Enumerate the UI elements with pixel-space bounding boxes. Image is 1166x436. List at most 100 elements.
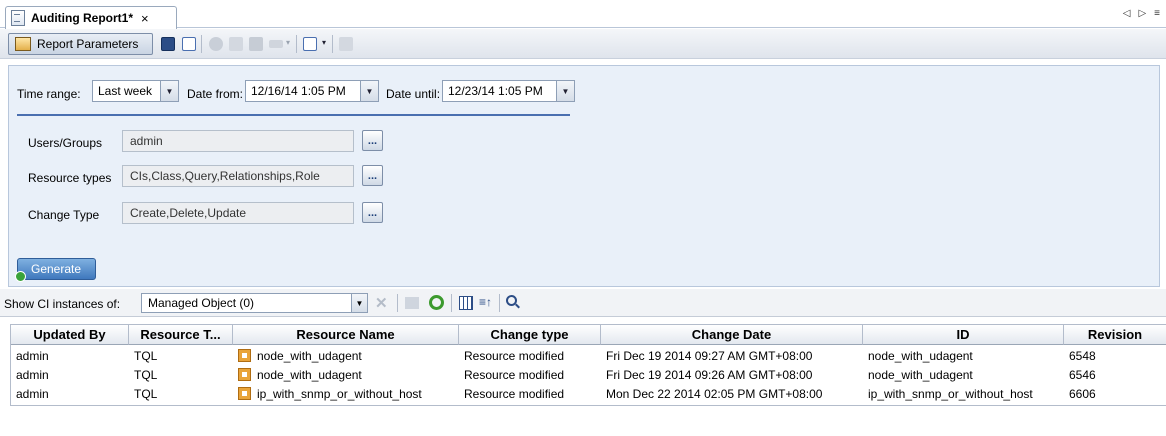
tql-query-icon	[238, 349, 251, 362]
revision-cell: 6548	[1069, 348, 1096, 363]
email-icon	[229, 37, 243, 51]
users-groups-field[interactable]: admin	[122, 130, 354, 152]
date-until-label: Date until:	[386, 87, 441, 101]
generate-label: Generate	[31, 262, 82, 276]
id-cell: ip_with_snmp_or_without_host	[868, 386, 1033, 401]
tab-list-menu-icon[interactable]: ≡	[1154, 8, 1160, 19]
tab-title: Auditing Report1*	[31, 11, 133, 25]
sort-icon[interactable]: ≡↑	[479, 295, 492, 309]
chevron-down-icon: ▼	[351, 294, 367, 312]
resource-types-field[interactable]: CIs,Class,Query,Relationships,Role	[122, 165, 354, 187]
table-row[interactable]: admin TQL node_with_udagent Resource mod…	[11, 346, 1166, 365]
users-groups-label: Users/Groups	[28, 136, 103, 150]
report-parameters-button[interactable]: Report Parameters	[8, 33, 153, 55]
change-type-cell: Resource modified	[464, 386, 565, 401]
date-until-picker[interactable]: 12/23/14 1:05 PM ▼	[442, 80, 575, 102]
resource-name-text: node_with_udagent	[257, 367, 362, 382]
id-cell: node_with_udagent	[868, 348, 973, 363]
table-row[interactable]: admin TQL node_with_udagent Resource mod…	[11, 365, 1166, 384]
ci-instances-value: Managed Object (0)	[148, 296, 255, 310]
show-ci-instances-label: Show CI instances of:	[4, 297, 121, 311]
toolbar-separator	[451, 294, 452, 312]
chevron-down-icon: ▼	[160, 81, 178, 101]
toolbar-separator	[332, 35, 333, 53]
scroll-right-icon[interactable]: ▷	[1138, 8, 1146, 19]
resource-name-cell: node_with_udagent	[233, 365, 459, 384]
change-date-cell: Fri Dec 19 2014 09:26 AM GMT+08:00	[606, 367, 813, 382]
resource-types-browse-button[interactable]: ...	[362, 165, 383, 186]
report-parameters-icon	[15, 37, 31, 51]
resource-types-value: CIs,Class,Query,Relationships,Role	[130, 169, 320, 183]
properties-icon	[405, 297, 419, 309]
resource-name-text: ip_with_snmp_or_without_host	[257, 386, 422, 401]
date-from-label: Date from:	[187, 87, 244, 101]
toolbar-separator	[499, 294, 500, 312]
time-range-label: Time range:	[17, 87, 81, 101]
report-parameters-panel: Time range: Last week ▼ Date from: 12/16…	[8, 65, 1160, 287]
export-icon[interactable]	[303, 37, 317, 51]
updated-by-cell: admin	[16, 348, 49, 363]
ci-instances-toolbar: Show CI instances of: Managed Object (0)…	[0, 289, 1166, 317]
revision-cell: 6606	[1069, 386, 1096, 401]
ci-instances-select[interactable]: Managed Object (0) ▼	[141, 293, 368, 313]
resource-types-label: Resource types	[28, 171, 112, 185]
time-range-select[interactable]: Last week ▼	[92, 80, 179, 102]
change-type-value: Create,Delete,Update	[130, 206, 247, 220]
resource-type-cell: TQL	[134, 367, 158, 382]
tab-navigation: ◁ ▷ ≡	[1123, 8, 1160, 19]
scroll-left-icon[interactable]: ◁	[1123, 8, 1131, 19]
tab-auditing-report[interactable]: Auditing Report1* ×	[5, 6, 177, 29]
revision-cell: 6546	[1069, 367, 1096, 382]
change-type-cell: Resource modified	[464, 348, 565, 363]
refresh-icon[interactable]	[429, 295, 444, 310]
column-header-id[interactable]: ID	[863, 325, 1064, 345]
change-type-label: Change Type	[28, 208, 100, 222]
document-tab-strip: Auditing Report1* × ◁ ▷ ≡	[0, 0, 1166, 29]
search-icon-handle	[515, 303, 520, 309]
column-header-change-type[interactable]: Change type	[459, 325, 601, 345]
change-type-field[interactable]: Create,Delete,Update	[122, 202, 354, 224]
column-header-revision[interactable]: Revision	[1064, 325, 1166, 345]
select-columns-icon[interactable]	[459, 296, 473, 310]
tql-query-icon	[238, 387, 251, 400]
column-header-resource-type[interactable]: Resource T...	[129, 325, 233, 345]
preview-icon	[339, 37, 353, 51]
save-icon[interactable]	[161, 37, 175, 51]
report-parameters-label: Report Parameters	[37, 37, 139, 51]
print-icon	[249, 37, 263, 51]
close-tab-icon[interactable]: ×	[141, 11, 149, 26]
table-row[interactable]: admin TQL ip_with_snmp_or_without_host R…	[11, 384, 1166, 403]
change-type-cell: Resource modified	[464, 367, 565, 382]
chevron-down-icon: ▼	[556, 81, 574, 101]
chevron-down-icon: ▼	[360, 81, 378, 101]
toolbar-separator	[397, 294, 398, 312]
date-from-picker[interactable]: 12/16/14 1:05 PM ▼	[245, 80, 379, 102]
updated-by-cell: admin	[16, 367, 49, 382]
generate-button[interactable]: Generate	[15, 258, 96, 282]
delete-icon: ✕	[375, 295, 388, 312]
compare-icon	[269, 40, 283, 48]
column-header-resource-name[interactable]: Resource Name	[233, 325, 459, 345]
toolbar-separator	[296, 35, 297, 53]
updated-by-cell: admin	[16, 386, 49, 401]
dropdown-arrow-icon: ▾	[286, 38, 291, 47]
id-cell: node_with_udagent	[868, 367, 973, 382]
change-type-browse-button[interactable]: ...	[362, 202, 383, 223]
save-as-icon[interactable]	[182, 37, 196, 51]
resource-name-text: node_with_udagent	[257, 348, 362, 363]
users-groups-browse-button[interactable]: ...	[362, 130, 383, 151]
schedule-icon	[209, 37, 223, 51]
tql-query-icon	[238, 368, 251, 381]
change-date-cell: Fri Dec 19 2014 09:27 AM GMT+08:00	[606, 348, 813, 363]
audit-results-table: Updated By Resource T... Resource Name C…	[10, 324, 1166, 406]
report-toolbar: Report Parameters ▾ ▾	[0, 29, 1166, 59]
toolbar-separator	[201, 35, 202, 53]
export-dropdown-icon[interactable]: ▾	[322, 38, 326, 47]
time-range-divider	[17, 114, 570, 116]
column-header-change-date[interactable]: Change Date	[601, 325, 863, 345]
column-header-updated-by[interactable]: Updated By	[11, 325, 129, 345]
resource-type-cell: TQL	[134, 386, 158, 401]
resource-type-cell: TQL	[134, 348, 158, 363]
resource-name-cell: ip_with_snmp_or_without_host	[233, 384, 459, 403]
users-groups-value: admin	[130, 134, 163, 148]
